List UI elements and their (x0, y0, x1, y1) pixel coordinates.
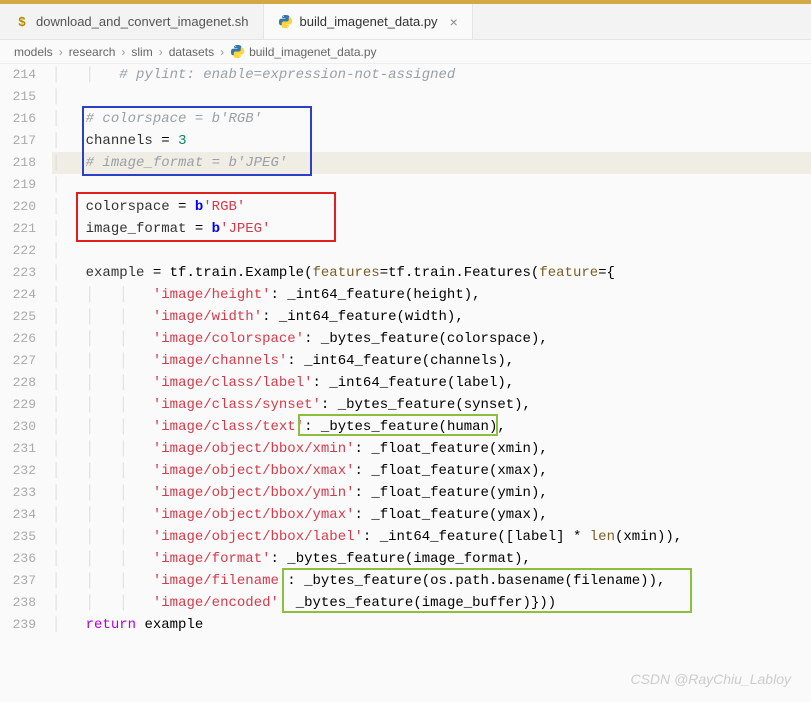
line-number-gutter: 214 215 216 217 218 219 220 221 222 223 … (0, 64, 52, 636)
code-line[interactable]: │ │ │ 'image/width': _int64_feature(widt… (52, 306, 811, 328)
line-number: 227 (0, 350, 36, 372)
code-line[interactable]: │ # colorspace = b'RGB' (52, 108, 811, 130)
line-number: 234 (0, 504, 36, 526)
watermark: CSDN @RayChiu_Labloy (630, 671, 791, 687)
code-line[interactable]: │ channels = 3 (52, 130, 811, 152)
tab-label: download_and_convert_imagenet.sh (36, 14, 249, 29)
tab-download-convert[interactable]: $ download_and_convert_imagenet.sh (0, 4, 264, 39)
line-number: 225 (0, 306, 36, 328)
breadcrumb-item[interactable]: slim (131, 45, 152, 59)
line-number: 231 (0, 438, 36, 460)
code-line[interactable]: │ │ │ 'image/class/text': _bytes_feature… (52, 416, 811, 438)
tab-build-imagenet[interactable]: build_imagenet_data.py × (264, 4, 473, 39)
chevron-right-icon: › (121, 45, 125, 59)
line-number: 216 (0, 108, 36, 130)
line-number: 226 (0, 328, 36, 350)
line-number: 235 (0, 526, 36, 548)
code-content[interactable]: │ │ # pylint: enable=expression-not-assi… (52, 64, 811, 636)
line-number: 232 (0, 460, 36, 482)
tab-label: build_imagenet_data.py (300, 14, 438, 29)
breadcrumb-item[interactable]: research (69, 45, 116, 59)
line-number: 222 (0, 240, 36, 262)
close-icon[interactable]: × (450, 14, 458, 30)
code-line[interactable]: │ │ │ 'image/channels': _int64_feature(c… (52, 350, 811, 372)
code-line[interactable]: │ │ │ 'image/colorspace': _bytes_feature… (52, 328, 811, 350)
code-line[interactable]: │ # image_format = b'JPEG' (52, 152, 811, 174)
code-line[interactable]: │ image_format = b'JPEG' (52, 218, 811, 240)
code-line[interactable]: │ │ │ 'image/object/bbox/xmax': _float_f… (52, 460, 811, 482)
code-line[interactable]: │ (52, 86, 811, 108)
code-line[interactable]: │ (52, 240, 811, 262)
code-line[interactable]: │ │ │ 'image/object/bbox/ymin': _float_f… (52, 482, 811, 504)
line-number: 230 (0, 416, 36, 438)
code-line[interactable]: │ example = tf.train.Example(features=tf… (52, 262, 811, 284)
breadcrumb-item[interactable]: models (14, 45, 53, 59)
chevron-right-icon: › (159, 45, 163, 59)
code-line[interactable]: │ │ │ 'image/encoded': _bytes_feature(im… (52, 592, 811, 614)
breadcrumb-item[interactable]: build_imagenet_data.py (249, 45, 376, 59)
line-number: 221 (0, 218, 36, 240)
breadcrumb: models › research › slim › datasets › bu… (0, 40, 811, 64)
python-icon (230, 44, 245, 59)
line-number: 239 (0, 614, 36, 636)
line-number: 233 (0, 482, 36, 504)
chevron-right-icon: › (220, 45, 224, 59)
line-number: 229 (0, 394, 36, 416)
breadcrumb-item[interactable]: datasets (169, 45, 214, 59)
python-icon (278, 14, 294, 30)
line-number: 223 (0, 262, 36, 284)
line-number: 214 (0, 64, 36, 86)
code-line[interactable]: │ │ │ 'image/object/bbox/label': _int64_… (52, 526, 811, 548)
code-line[interactable]: │ │ │ 'image/object/bbox/ymax': _float_f… (52, 504, 811, 526)
code-line[interactable]: │ │ │ 'image/object/bbox/xmin': _float_f… (52, 438, 811, 460)
line-number: 218 (0, 152, 36, 174)
code-line[interactable]: │ │ │ 'image/format': _bytes_feature(ima… (52, 548, 811, 570)
code-line[interactable]: │ (52, 174, 811, 196)
code-line[interactable]: │ │ # pylint: enable=expression-not-assi… (52, 64, 811, 86)
line-number: 236 (0, 548, 36, 570)
chevron-right-icon: › (59, 45, 63, 59)
code-editor[interactable]: 214 215 216 217 218 219 220 221 222 223 … (0, 64, 811, 636)
code-line[interactable]: │ return example (52, 614, 811, 636)
line-number: 217 (0, 130, 36, 152)
line-number: 220 (0, 196, 36, 218)
line-number: 219 (0, 174, 36, 196)
code-line[interactable]: │ │ │ 'image/height': _int64_feature(hei… (52, 284, 811, 306)
line-number: 215 (0, 86, 36, 108)
code-line[interactable]: │ │ │ 'image/class/label': _int64_featur… (52, 372, 811, 394)
shell-icon: $ (14, 14, 30, 30)
code-line[interactable]: │ │ │ 'image/class/synset': _bytes_featu… (52, 394, 811, 416)
line-number: 224 (0, 284, 36, 306)
tab-bar: $ download_and_convert_imagenet.sh build… (0, 4, 811, 40)
line-number: 238 (0, 592, 36, 614)
line-number: 228 (0, 372, 36, 394)
code-line[interactable]: │ │ │ 'image/filename': _bytes_feature(o… (52, 570, 811, 592)
line-number: 237 (0, 570, 36, 592)
code-line[interactable]: │ colorspace = b'RGB' (52, 196, 811, 218)
